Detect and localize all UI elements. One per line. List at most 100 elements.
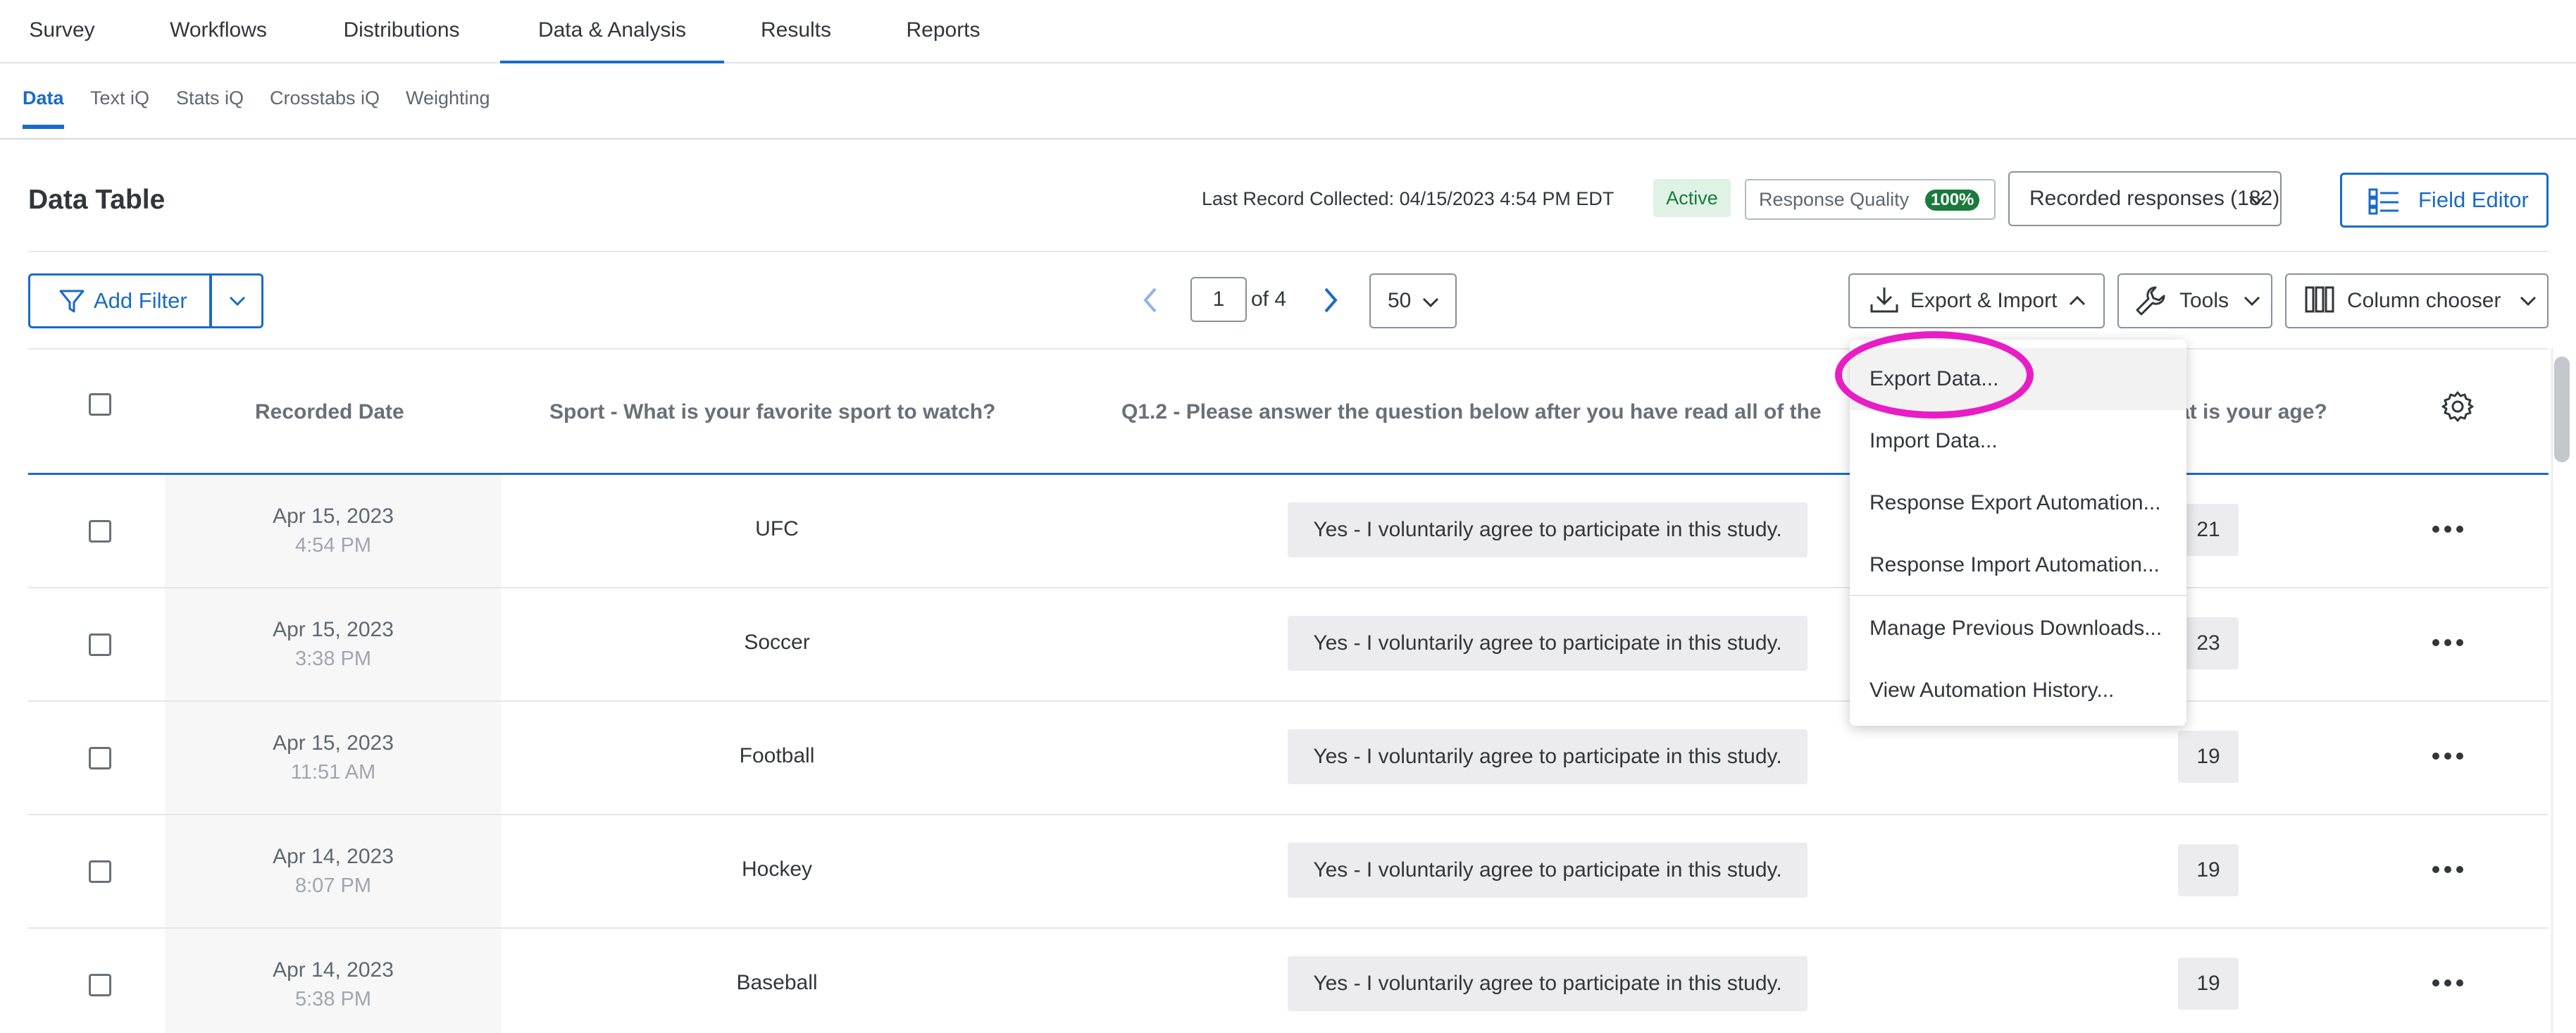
tab-label: Reports (906, 18, 981, 42)
columns-icon (2305, 286, 2334, 313)
subtab-weighting[interactable]: Weighting (406, 87, 490, 125)
recorded-time: 5:38 PM (295, 988, 371, 1010)
column-chooser-button[interactable]: Column chooser (2285, 273, 2549, 328)
subtab-data[interactable]: Data (23, 87, 64, 129)
age-value: 19 (2178, 731, 2239, 783)
consent-value: Yes - I voluntarily agree to participate… (1288, 843, 1807, 898)
recorded-date-cell: Apr 15, 2023 11:51 AM (165, 702, 502, 814)
menu-item-view-automation-history[interactable]: View Automation History... (1850, 660, 2186, 722)
chevron-down-icon (2244, 296, 2260, 307)
tab-label: Results (760, 18, 832, 42)
chevron-down-icon (2520, 296, 2537, 307)
menu-item-manage-previous-downloads[interactable]: Manage Previous Downloads... (1850, 598, 2186, 660)
rows-per-page-dropdown[interactable]: 50 (1369, 273, 1457, 328)
recorded-date: Apr 15, 2023 (273, 731, 394, 755)
response-quality-label: Response Quality (1759, 189, 1910, 210)
age-value: 19 (2178, 958, 2239, 1010)
tab-survey[interactable]: Survey (0, 0, 124, 63)
more-horizontal-icon[interactable] (2430, 746, 2465, 767)
age-value: 23 (2178, 617, 2239, 669)
chevron-down-icon (229, 296, 246, 307)
response-quality-value: 100% (1925, 190, 1980, 211)
menu-divider (1850, 595, 2186, 596)
sport-cell: UFC (755, 517, 799, 540)
subtab-stats-iq[interactable]: Stats iQ (176, 87, 244, 125)
status-badge: Active (1653, 179, 1731, 217)
chevron-up-icon (2069, 295, 2086, 306)
chevron-left-icon[interactable] (1135, 280, 1164, 320)
tools-button[interactable]: Tools (2117, 273, 2272, 328)
rows-per-page-value: 50 (1388, 289, 1412, 312)
page-number-input[interactable]: 1 (1190, 277, 1247, 322)
chevron-down-icon (1422, 297, 1439, 308)
recorded-time: 11:51 AM (290, 761, 376, 784)
row-checkbox[interactable] (89, 633, 111, 656)
tab-workflows[interactable]: Workflows (148, 0, 289, 63)
scrollbar-thumb[interactable] (2554, 357, 2570, 462)
table-row[interactable]: Apr 14, 2023 5:38 PM Baseball Yes - I vo… (28, 929, 2549, 1033)
menu-item-export-data[interactable]: Export Data... (1850, 348, 2186, 410)
export-import-label: Export & Import (1910, 289, 2058, 312)
menu-item-response-import-automation[interactable]: Response Import Automation... (1850, 534, 2186, 596)
sub-navigation: Data Text iQ Stats iQ Crosstabs iQ Weigh… (0, 63, 2576, 140)
header-divider (28, 251, 2549, 252)
consent-value: Yes - I voluntarily agree to participate… (1288, 956, 1807, 1011)
top-navigation: Survey Workflows Distributions Data & An… (0, 0, 2576, 63)
subtab-crosstabs-iq[interactable]: Crosstabs iQ (270, 87, 380, 125)
row-checkbox[interactable] (89, 520, 111, 543)
filter-icon (59, 290, 85, 313)
more-horizontal-icon[interactable] (2430, 632, 2465, 653)
recorded-date-cell: Apr 14, 2023 5:38 PM (165, 929, 502, 1033)
response-quality-button[interactable]: Response Quality 100% (1745, 179, 1996, 220)
subtab-text-iq[interactable]: Text iQ (90, 87, 149, 125)
sport-cell: Baseball (736, 971, 818, 994)
consent-value: Yes - I voluntarily agree to participate… (1288, 729, 1807, 784)
row-checkbox[interactable] (89, 860, 111, 883)
row-checkbox[interactable] (89, 974, 111, 996)
export-import-button[interactable]: Export & Import (1848, 273, 2105, 328)
filter-options-dropdown[interactable] (210, 273, 263, 328)
row-checkbox[interactable] (89, 747, 111, 769)
recorded-date: Apr 15, 2023 (273, 505, 394, 528)
wrench-icon (2136, 286, 2165, 316)
tab-label: Workflows (170, 18, 267, 42)
tab-label: Distributions (343, 18, 460, 42)
add-filter-button[interactable]: Add Filter (28, 273, 211, 328)
column-header-q1-2[interactable]: Q1.2 - Please answer the question below … (1121, 400, 1822, 424)
more-horizontal-icon[interactable] (2430, 519, 2465, 540)
select-all-checkbox[interactable] (89, 393, 111, 416)
more-horizontal-icon[interactable] (2430, 859, 2465, 880)
column-header-sport[interactable]: Sport - What is your favorite sport to w… (549, 400, 995, 424)
tab-label: Survey (29, 18, 95, 42)
tab-label: Data & Analysis (537, 18, 687, 42)
age-value: 19 (2178, 844, 2239, 896)
more-horizontal-icon[interactable] (2430, 972, 2465, 994)
page-count: of 4 (1251, 287, 1287, 311)
recorded-date: Apr 14, 2023 (273, 958, 394, 982)
column-header-age[interactable]: at is your age? (2178, 400, 2327, 424)
recorded-date-cell: Apr 15, 2023 4:54 PM (165, 475, 502, 587)
tab-reports[interactable]: Reports (883, 0, 1003, 63)
menu-item-import-data[interactable]: Import Data... (1850, 410, 2186, 472)
field-editor-icon (2368, 188, 2398, 215)
tab-data-analysis[interactable]: Data & Analysis (500, 0, 724, 63)
menu-item-response-export-automation[interactable]: Response Export Automation... (1850, 472, 2186, 534)
recorded-date-cell: Apr 15, 2023 3:38 PM (165, 588, 502, 700)
page-title: Data Table (28, 185, 166, 215)
download-icon (1870, 287, 1898, 313)
recorded-time: 3:38 PM (295, 648, 371, 670)
recorded-responses-dropdown[interactable]: Recorded responses (182) (2008, 171, 2282, 226)
table-row[interactable]: Apr 14, 2023 8:07 PM Hockey Yes - I volu… (28, 815, 2549, 929)
tab-results[interactable]: Results (738, 0, 854, 63)
field-editor-button[interactable]: Field Editor (2340, 173, 2549, 228)
sport-cell: Hockey (741, 858, 813, 881)
last-record-collected: Last Record Collected: 04/15/2023 4:54 P… (1202, 188, 1614, 209)
recorded-responses-label: Recorded responses (182) (2029, 187, 2280, 210)
export-import-menu: Export Data... Import Data... Response E… (1850, 340, 2186, 726)
column-header-recorded-date[interactable]: Recorded Date (255, 400, 404, 424)
recorded-date: Apr 14, 2023 (273, 845, 394, 868)
gear-icon[interactable] (2441, 390, 2474, 423)
tab-distributions[interactable]: Distributions (318, 0, 485, 63)
chevron-right-icon[interactable] (1317, 280, 1345, 320)
tools-label: Tools (2179, 289, 2229, 312)
